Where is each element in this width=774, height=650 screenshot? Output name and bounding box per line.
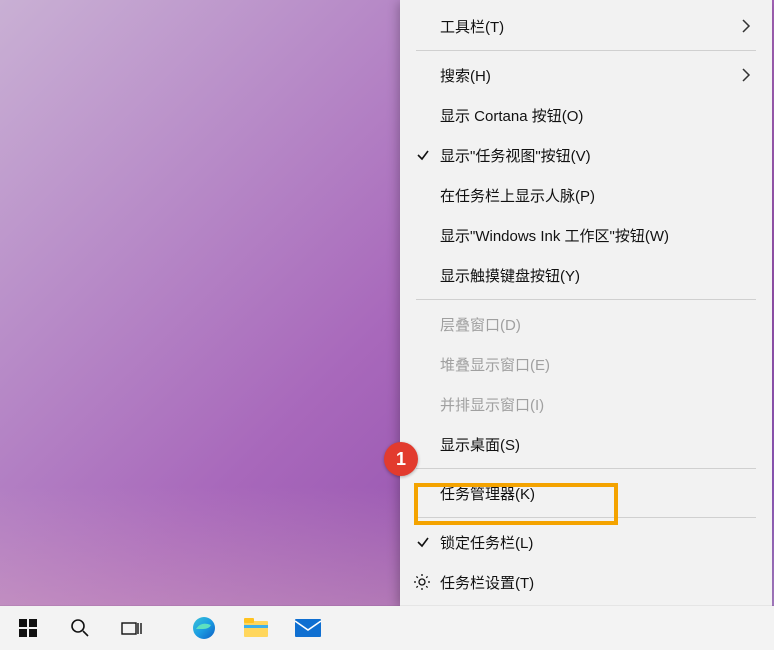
menu-item-sidebyside: 并排显示窗口(I) [402, 384, 770, 424]
search-icon [70, 618, 90, 638]
menu-label: 工具栏(T) [440, 16, 504, 37]
check-icon [414, 146, 432, 164]
menu-label: 搜索(H) [440, 65, 491, 86]
taskbar-context-menu: 工具栏(T) 搜索(H) 显示 Cortana 按钮(O) 显示"任务视图"按钮… [400, 0, 772, 606]
menu-item-stacked: 堆叠显示窗口(E) [402, 344, 770, 384]
edge-icon [191, 615, 217, 641]
menu-label: 显示桌面(S) [440, 434, 520, 455]
menu-item-show-touch-keyboard[interactable]: 显示触摸键盘按钮(Y) [402, 255, 770, 295]
menu-item-taskbar-settings[interactable]: 任务栏设置(T) [402, 562, 770, 602]
menu-item-toolbar[interactable]: 工具栏(T) [402, 6, 770, 46]
menu-label: 任务栏设置(T) [440, 572, 534, 593]
chevron-right-icon [738, 67, 754, 83]
menu-separator [416, 50, 756, 51]
taskbar [0, 606, 774, 650]
menu-label: 并排显示窗口(I) [440, 394, 544, 415]
gear-icon [412, 572, 432, 592]
menu-label: 显示"任务视图"按钮(V) [440, 145, 591, 166]
menu-item-cascade: 层叠窗口(D) [402, 304, 770, 344]
menu-label: 堆叠显示窗口(E) [440, 354, 550, 375]
edge-button[interactable] [178, 606, 230, 650]
folder-icon [243, 617, 269, 639]
windows-icon [19, 619, 37, 637]
annotation-badge-label: 1 [396, 449, 406, 470]
chevron-right-icon [738, 18, 754, 34]
menu-label: 显示 Cortana 按钮(O) [440, 105, 583, 126]
menu-item-task-manager[interactable]: 任务管理器(K) [402, 473, 770, 513]
search-button[interactable] [54, 606, 106, 650]
menu-label: 层叠窗口(D) [440, 314, 521, 335]
taskview-icon [121, 619, 143, 637]
check-icon [414, 533, 432, 551]
mail-icon [294, 618, 322, 638]
menu-separator [416, 517, 756, 518]
menu-item-show-people[interactable]: 在任务栏上显示人脉(P) [402, 175, 770, 215]
menu-item-show-desktop[interactable]: 显示桌面(S) [402, 424, 770, 464]
menu-label: 任务管理器(K) [440, 483, 535, 504]
menu-label: 显示"Windows Ink 工作区"按钮(W) [440, 225, 669, 246]
menu-label: 显示触摸键盘按钮(Y) [440, 265, 580, 286]
menu-item-show-ink[interactable]: 显示"Windows Ink 工作区"按钮(W) [402, 215, 770, 255]
menu-label: 锁定任务栏(L) [440, 532, 533, 553]
taskview-button[interactable] [106, 606, 158, 650]
start-button[interactable] [2, 606, 54, 650]
menu-item-search[interactable]: 搜索(H) [402, 55, 770, 95]
menu-separator [416, 299, 756, 300]
menu-item-lock-taskbar[interactable]: 锁定任务栏(L) [402, 522, 770, 562]
explorer-button[interactable] [230, 606, 282, 650]
annotation-badge: 1 [384, 442, 418, 476]
menu-item-show-cortana[interactable]: 显示 Cortana 按钮(O) [402, 95, 770, 135]
menu-label: 在任务栏上显示人脉(P) [440, 185, 595, 206]
menu-item-show-taskview[interactable]: 显示"任务视图"按钮(V) [402, 135, 770, 175]
mail-button[interactable] [282, 606, 334, 650]
menu-separator [416, 468, 756, 469]
